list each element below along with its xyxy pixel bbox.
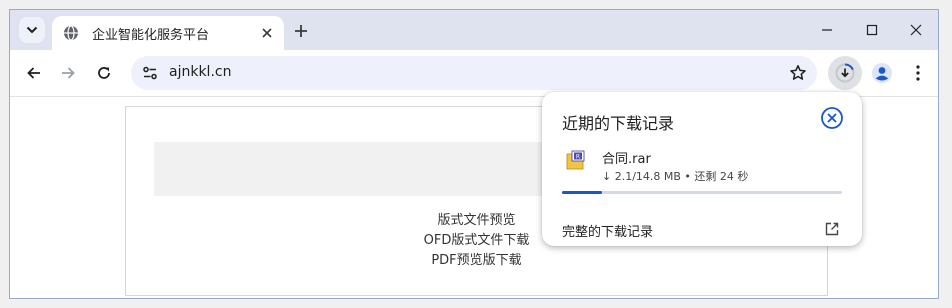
reload-button[interactable] [92,61,116,85]
close-icon[interactable] [820,106,844,130]
browser-window: 企业智能化服务平台 ajnkkl.cn 版式文件预览 OFD版式文件下载 PDF… [10,10,938,298]
forward-button[interactable] [56,61,80,85]
open-in-new-icon[interactable] [824,221,840,237]
minimize-icon [822,29,832,31]
plus-icon [295,25,307,37]
arrow-right-icon [62,67,75,79]
menu-button[interactable] [908,61,928,85]
tab-close-button[interactable] [258,24,276,42]
maximize-icon [866,24,878,36]
profile-button[interactable] [870,61,894,85]
person-icon [872,63,892,83]
tab-strip: 企业智能化服务平台 [10,10,938,50]
close-icon [262,28,272,38]
tab-search-button[interactable] [19,17,45,43]
download-button[interactable] [828,56,862,90]
file-name[interactable]: 合同.rar [602,148,651,167]
url-text[interactable]: ajnkkl.cn [169,64,231,80]
address-bar[interactable]: ajnkkl.cn [131,56,817,90]
tune-icon[interactable] [142,65,158,81]
arrow-left-icon [27,67,40,79]
minimize-button[interactable] [816,19,838,41]
chevron-down-icon [26,26,38,34]
download-bubble: 近期的下载记录 R 合同.rar ↓ 2.1/14.8 MB • 还剩 24 秒… [542,92,862,246]
more-vert-icon [916,65,920,81]
toolbar: ajnkkl.cn [10,50,938,97]
reload-icon [98,67,110,79]
new-tab-button[interactable] [290,20,312,42]
full-history-link[interactable]: 完整的下载记录 [562,221,653,240]
rar-archive-icon: R [566,150,585,170]
progress-fill [562,191,602,194]
bubble-title: 近期的下载记录 [562,114,675,133]
maximize-button[interactable] [861,19,883,41]
svg-text:R: R [576,154,580,161]
star-icon[interactable] [789,64,807,82]
tab-active[interactable]: 企业智能化服务平台 [52,16,284,50]
close-icon [910,24,922,36]
link-pdf-download[interactable]: PDF预览版下载 [126,251,827,271]
file-status: ↓ 2.1/14.8 MB • 还剩 24 秒 [602,170,749,183]
download-icon [835,63,855,83]
progress-bar [562,191,842,194]
window-close-button[interactable] [905,19,927,41]
globe-icon [64,25,78,41]
tab-title: 企业智能化服务平台 [92,28,210,43]
back-button[interactable] [22,61,46,85]
